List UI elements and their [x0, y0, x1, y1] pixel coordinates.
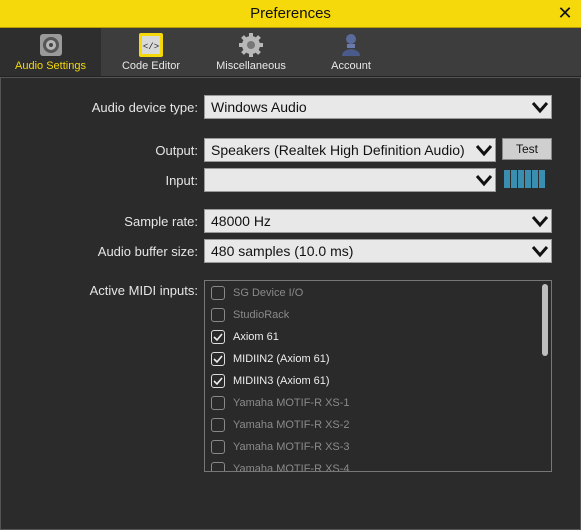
window-title: Preferences [250, 5, 331, 22]
check-icon [213, 377, 223, 386]
midi-input-name: StudioRack [233, 309, 290, 321]
tab-miscellaneous[interactable]: Miscellaneous [201, 28, 301, 76]
output-select[interactable]: Speakers (Realtek High Definition Audio) [204, 138, 496, 162]
check-icon [213, 355, 223, 364]
tab-audio-settings[interactable]: Audio Settings [0, 28, 101, 76]
chevron-down-icon [531, 216, 549, 228]
midi-checkbox[interactable] [211, 374, 225, 388]
midi-checkbox[interactable] [211, 418, 225, 432]
midi-input-name: Yamaha MOTIF-R XS-2 [233, 419, 350, 431]
midi-input-name: Yamaha MOTIF-R XS-1 [233, 397, 350, 409]
input-select[interactable] [204, 168, 496, 192]
device-type-select[interactable]: Windows Audio [204, 95, 552, 119]
midi-inputs-list[interactable]: SG Device I/O StudioRack Axiom 61 MIDIIN2 (… [204, 280, 552, 472]
chevron-down-icon [531, 246, 549, 258]
tab-account[interactable]: Account [301, 28, 401, 76]
midi-checkbox[interactable] [211, 286, 225, 300]
check-icon [213, 333, 223, 342]
close-icon[interactable]: ✕ [555, 3, 575, 23]
device-type-value: Windows Audio [211, 99, 307, 115]
test-button[interactable]: Test [502, 138, 552, 160]
midi-checkbox[interactable] [211, 308, 225, 322]
output-label: Output: [155, 143, 198, 158]
midi-input-name: Yamaha MOTIF-R XS-4 [233, 463, 350, 472]
svg-text:</>: </> [143, 42, 159, 52]
midi-checkbox[interactable] [211, 440, 225, 454]
input-label: Input: [165, 173, 198, 188]
midi-input-name: Yamaha MOTIF-R XS-3 [233, 441, 350, 453]
tab-label: Miscellaneous [216, 60, 286, 72]
midi-checkbox[interactable] [211, 462, 225, 471]
tab-code-editor[interactable]: </> Code Editor [101, 28, 201, 76]
chevron-down-icon [531, 102, 549, 114]
buffer-size-value: 480 samples (10.0 ms) [211, 243, 354, 259]
chevron-down-icon [475, 175, 493, 187]
midi-checkbox[interactable] [211, 396, 225, 410]
midi-input-name: MIDIIN3 (Axiom 61) [233, 375, 330, 387]
input-level-meter [504, 170, 546, 188]
title-bar: Preferences ✕ [0, 0, 581, 28]
sample-rate-select[interactable]: 48000 Hz [204, 209, 552, 233]
sample-rate-label: Sample rate: [124, 214, 198, 229]
tab-label: Code Editor [121, 60, 181, 72]
midi-input-name: SG Device I/O [233, 287, 304, 299]
tab-label: Account [331, 60, 371, 72]
scrollbar-thumb[interactable] [542, 284, 548, 356]
midi-checkbox[interactable] [211, 352, 225, 366]
gear-icon [239, 33, 263, 57]
tab-label: Audio Settings [15, 60, 86, 72]
output-value: Speakers (Realtek High Definition Audio) [211, 142, 465, 158]
preferences-toolbar: Audio Settings </> Code Editor Miscellan… [0, 28, 581, 77]
buffer-size-label: Audio buffer size: [97, 244, 198, 259]
user-icon [342, 34, 360, 56]
speaker-icon [39, 34, 62, 56]
midi-checkbox[interactable] [211, 330, 225, 344]
code-icon: </> [139, 33, 163, 57]
buffer-size-select[interactable]: 480 samples (10.0 ms) [204, 239, 552, 263]
sample-rate-value: 48000 Hz [211, 213, 271, 229]
midi-inputs-label: Active MIDI inputs: [89, 283, 198, 298]
midi-input-name: MIDIIN2 (Axiom 61) [233, 353, 330, 365]
midi-input-name: Axiom 61 [233, 331, 279, 343]
device-type-label: Audio device type: [91, 100, 198, 115]
chevron-down-icon [475, 145, 493, 157]
